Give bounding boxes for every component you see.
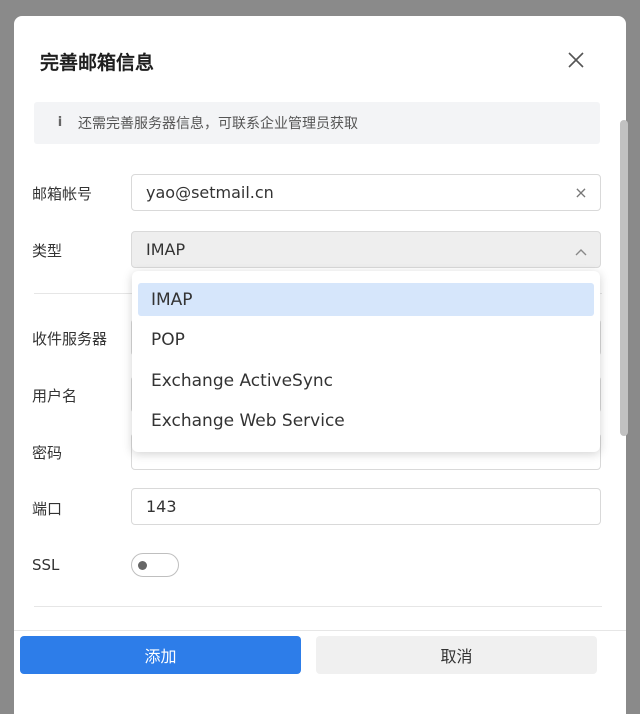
- password-label: 密码: [32, 444, 63, 462]
- type-select[interactable]: IMAP: [131, 231, 601, 268]
- clear-icon[interactable]: ×: [572, 184, 590, 202]
- username-label: 用户名: [32, 387, 78, 405]
- toggle-knob: [138, 561, 147, 570]
- option-imap[interactable]: IMAP: [138, 283, 594, 316]
- bottom-divider: [34, 606, 602, 607]
- close-icon[interactable]: [564, 48, 588, 72]
- option-exchange-web-service[interactable]: Exchange Web Service: [138, 404, 594, 437]
- info-notice: i 还需完善服务器信息，可联系企业管理员获取: [34, 102, 600, 144]
- option-pop[interactable]: POP: [138, 323, 594, 356]
- port-input[interactable]: 143: [131, 488, 601, 525]
- account-value: yao@setmail.cn: [146, 183, 274, 202]
- dialog-title: 完善邮箱信息: [40, 52, 155, 74]
- port-value: 143: [146, 497, 177, 516]
- add-button[interactable]: 添加: [20, 636, 301, 674]
- incoming-server-label: 收件服务器: [32, 330, 108, 348]
- port-label: 端口: [32, 500, 63, 518]
- info-icon: i: [57, 115, 63, 130]
- type-dropdown: IMAP POP Exchange ActiveSync Exchange We…: [132, 271, 600, 452]
- type-value: IMAP: [146, 240, 186, 259]
- option-exchange-activesync[interactable]: Exchange ActiveSync: [138, 364, 594, 397]
- account-label: 邮箱帐号: [32, 185, 93, 203]
- scrollbar[interactable]: [620, 120, 628, 436]
- ssl-toggle[interactable]: [131, 553, 179, 577]
- account-input[interactable]: yao@setmail.cn ×: [131, 174, 601, 211]
- cancel-button[interactable]: 取消: [316, 636, 597, 674]
- type-label: 类型: [32, 242, 63, 260]
- notice-text: 还需完善服务器信息，可联系企业管理员获取: [78, 116, 358, 132]
- watermark: @新网数码: [528, 683, 598, 699]
- ssl-label: SSL: [32, 556, 60, 574]
- chevron-up-icon[interactable]: [574, 244, 588, 256]
